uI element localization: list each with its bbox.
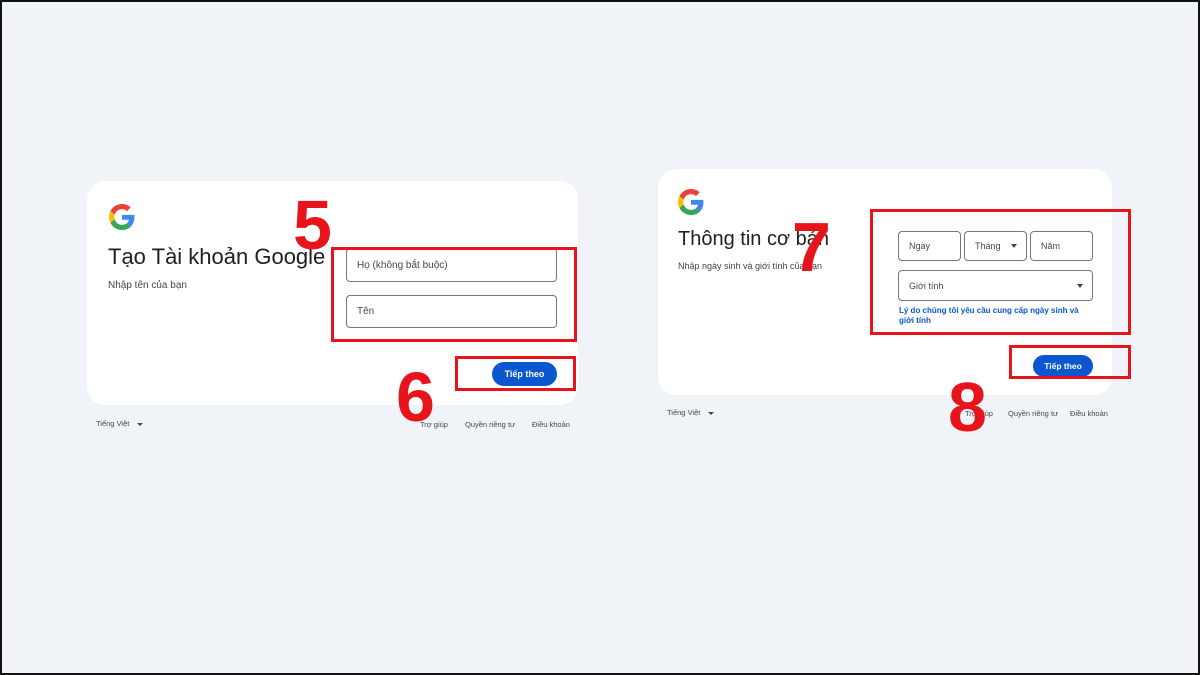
chevron-down-icon bbox=[708, 411, 715, 415]
terms-link[interactable]: Điều khoản bbox=[1070, 409, 1108, 418]
privacy-link[interactable]: Quyền riêng tư bbox=[1008, 409, 1058, 418]
highlight-birthday-gender-fields bbox=[870, 209, 1131, 335]
language-label: Tiếng Việt bbox=[667, 408, 701, 417]
privacy-link[interactable]: Quyền riêng tư bbox=[465, 420, 515, 429]
highlight-name-fields bbox=[331, 247, 577, 342]
page-subtitle: Nhập tên của bạn bbox=[108, 280, 187, 291]
chevron-down-icon bbox=[137, 422, 144, 426]
language-selector[interactable]: Tiếng Việt bbox=[667, 408, 715, 417]
step-number-5: 5 bbox=[293, 186, 332, 264]
language-selector[interactable]: Tiếng Việt bbox=[96, 419, 144, 428]
google-logo-icon bbox=[678, 189, 704, 215]
highlight-next-button-2 bbox=[1009, 345, 1131, 379]
terms-link[interactable]: Điều khoản bbox=[532, 420, 570, 429]
step-number-7: 7 bbox=[792, 208, 831, 286]
highlight-next-button-1 bbox=[455, 356, 576, 391]
google-logo-icon bbox=[109, 204, 135, 230]
step-number-6: 6 bbox=[396, 358, 435, 436]
language-label: Tiếng Việt bbox=[96, 419, 130, 428]
step-number-8: 8 bbox=[948, 368, 987, 446]
